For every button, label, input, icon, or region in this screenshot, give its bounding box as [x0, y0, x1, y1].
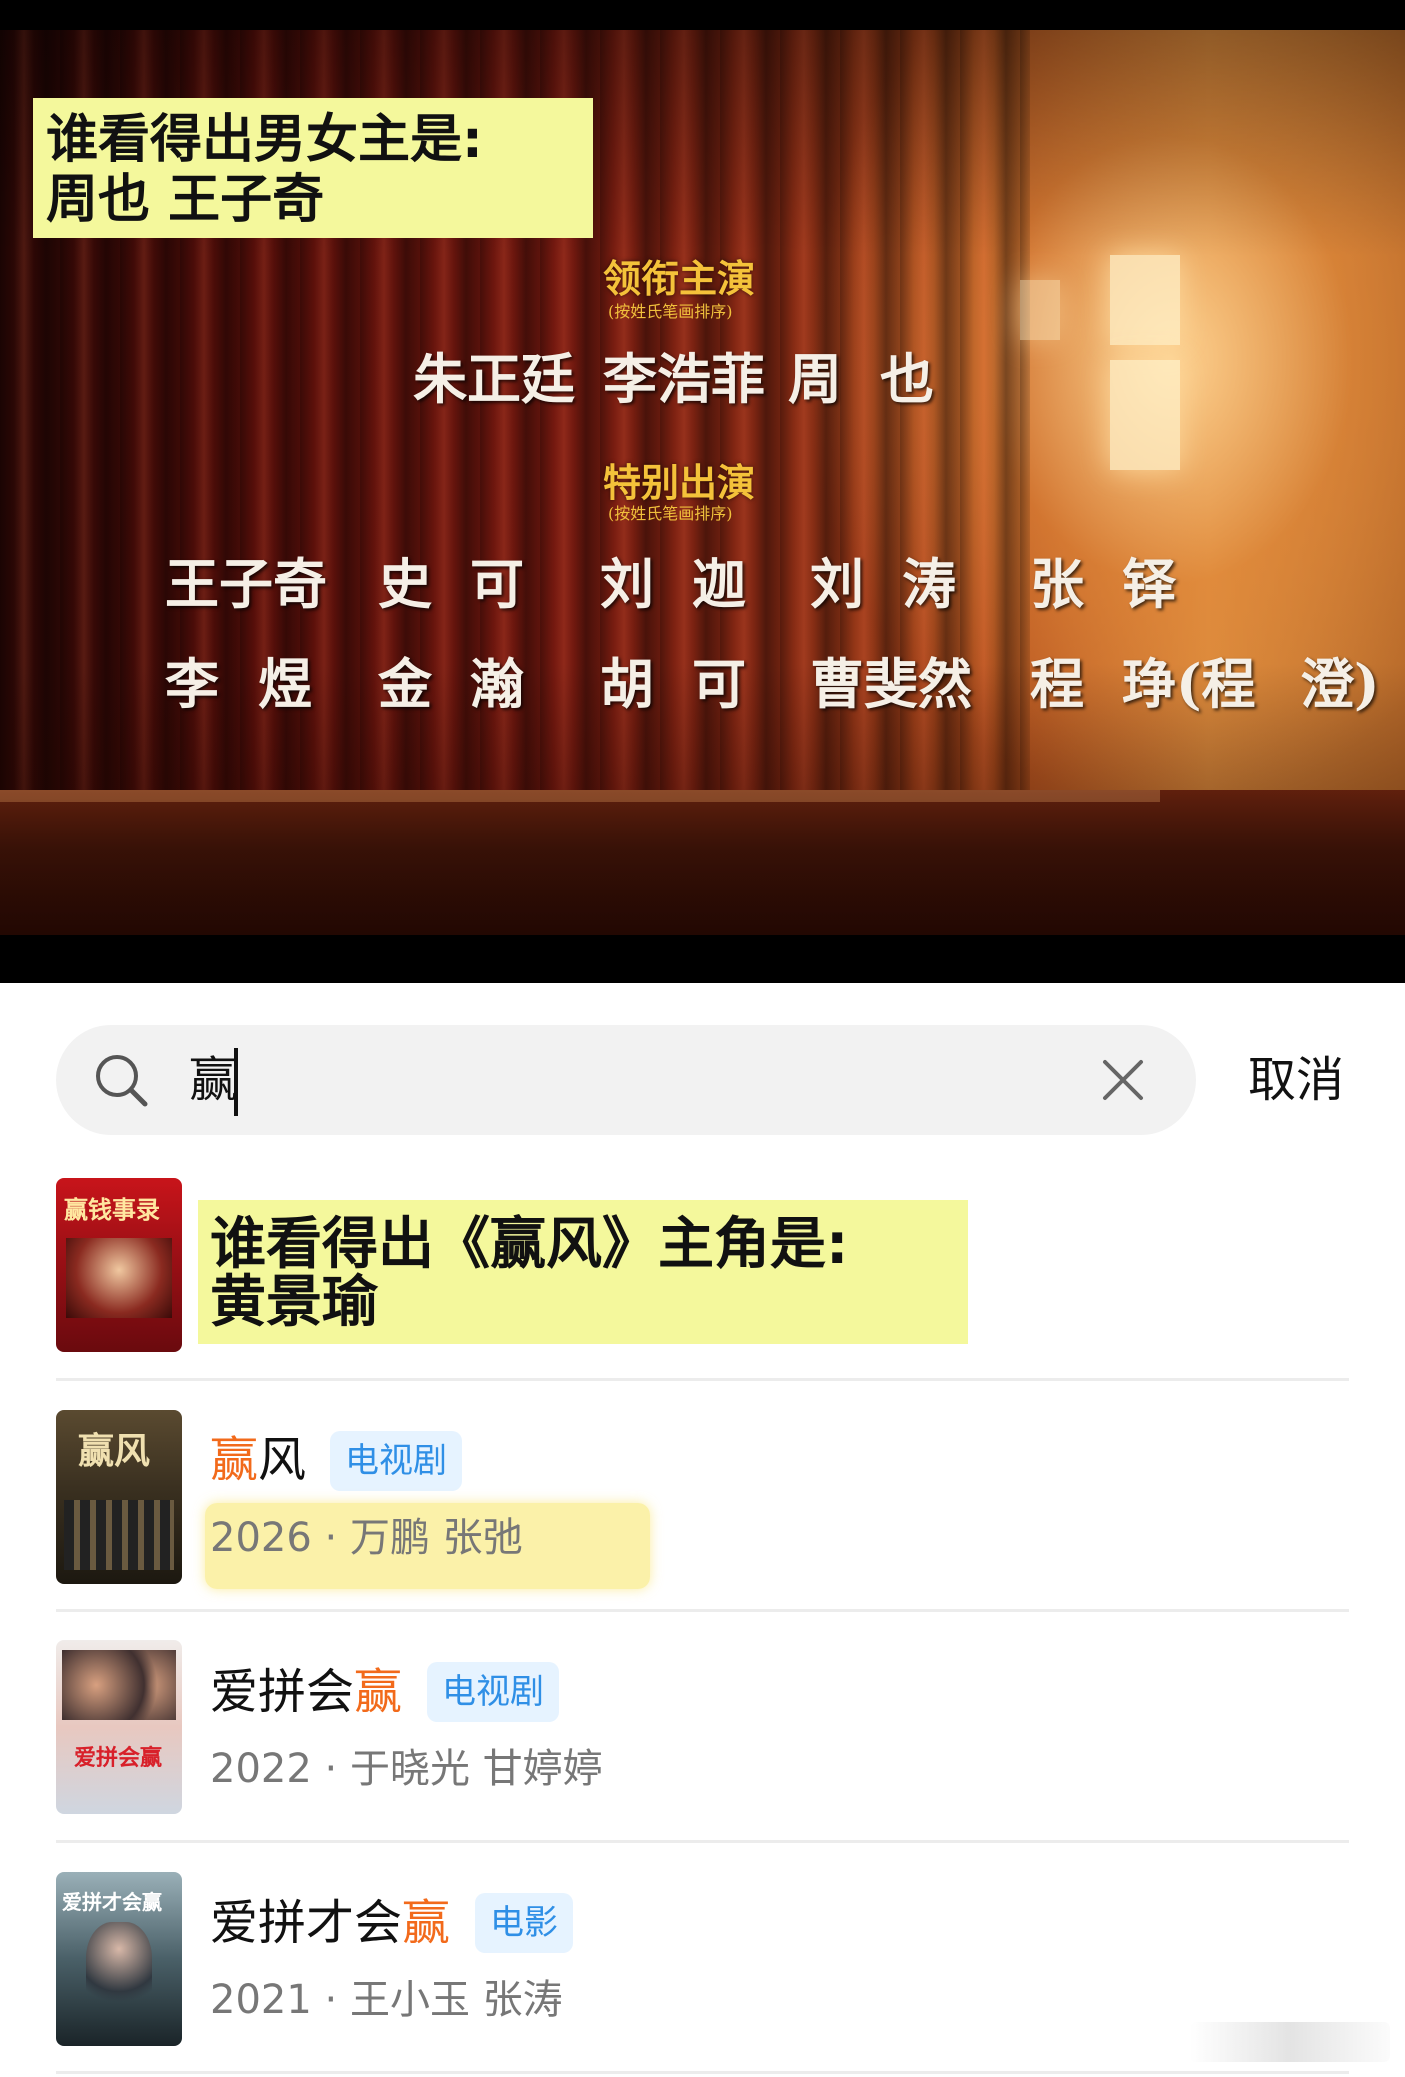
- divider: [56, 2071, 1349, 2074]
- credit-name: 刘: [810, 552, 864, 616]
- search-bar[interactable]: 赢: [56, 1025, 1196, 1135]
- lead-note: (按姓氏笔画排序): [608, 302, 733, 321]
- credit-name: 可: [692, 652, 746, 716]
- credit-name: 周: [788, 347, 842, 411]
- credit-name: 李浩菲: [603, 347, 765, 411]
- keyword-highlight: 赢: [354, 1664, 403, 1720]
- keyword-highlight: 赢: [402, 1895, 451, 1951]
- credit-name: 可: [470, 552, 524, 616]
- poster-cast-art: [86, 1922, 152, 2012]
- title-text: 风: [258, 1432, 307, 1488]
- poster-image[interactable]: 爱拼才会赢: [56, 1872, 182, 2046]
- credit-name: 涛: [902, 552, 956, 616]
- text-cursor: [234, 1048, 238, 1116]
- credit-name: 曹斐然: [810, 652, 972, 716]
- credit-name: 琤(程: [1122, 652, 1256, 716]
- type-tag: 电视剧: [330, 1431, 462, 1491]
- result-title[interactable]: 爱拼才会赢: [210, 1893, 450, 1953]
- video-frame[interactable]: 谁看得出男女主是: 周也 王子奇 领衔主演 (按姓氏笔画排序) 朱正廷 李浩菲 …: [0, 0, 1405, 983]
- poster-cast-art: [66, 1238, 172, 1318]
- title-text: 爱拼会: [210, 1664, 355, 1720]
- poster-image[interactable]: 赢风: [56, 1410, 182, 1584]
- lead-heading: 领衔主演: [603, 256, 756, 301]
- credit-name: 胡: [600, 652, 654, 716]
- credit-name: 也: [880, 347, 934, 411]
- credit-name: 王子奇: [165, 552, 327, 616]
- credit-name: 金: [378, 652, 432, 716]
- result-meta: 2026 · 万鹏 张弛: [210, 1515, 523, 1561]
- result-title[interactable]: 赢风: [210, 1430, 306, 1490]
- special-heading: 特别出演: [603, 460, 756, 505]
- credit-name: 史: [378, 552, 432, 616]
- watermark: [1190, 2022, 1390, 2062]
- result-title[interactable]: 爱拼会赢: [210, 1662, 402, 1722]
- credit-name: 铎: [1122, 552, 1176, 616]
- result-meta: 2022 · 于晓光 甘婷婷: [210, 1746, 603, 1792]
- divider: [56, 1609, 1349, 1612]
- credit-name: 刘: [600, 552, 654, 616]
- note-line-2: 黄景瑜: [210, 1270, 378, 1335]
- type-tag: 电影: [475, 1893, 573, 1953]
- poster-cast-art: [64, 1500, 174, 1570]
- close-icon[interactable]: [1101, 1058, 1145, 1102]
- poster-image[interactable]: 赢钱事录: [56, 1178, 182, 1352]
- type-tag: 电视剧: [427, 1662, 559, 1722]
- poster-title: 爱拼才会赢: [62, 1890, 162, 1914]
- credit-name: 程: [1030, 652, 1084, 716]
- credit-name: 李: [165, 652, 219, 716]
- poster-image[interactable]: 爱拼会赢: [56, 1640, 182, 1814]
- credit-name: 迦: [692, 552, 746, 616]
- credit-name: 煜: [258, 652, 312, 716]
- caption-line-1: 谁看得出男女主是:: [46, 110, 483, 170]
- divider: [56, 1840, 1349, 1843]
- keyword-highlight: 赢: [210, 1432, 259, 1488]
- credit-name: 朱正廷: [413, 347, 575, 411]
- credit-name: 张: [1030, 552, 1084, 616]
- search-icon: [96, 1055, 148, 1107]
- divider: [56, 1378, 1349, 1381]
- special-note: (按姓氏笔画排序): [608, 504, 733, 523]
- poster-cast-art: [62, 1650, 176, 1720]
- note-line-1: 谁看得出《赢风》主角是:: [210, 1212, 849, 1277]
- search-input[interactable]: 赢: [189, 1051, 237, 1109]
- poster-title: 赢钱事录: [64, 1195, 160, 1224]
- title-text: 爱拼才会: [210, 1895, 403, 1951]
- poster-title: 赢风: [78, 1430, 151, 1472]
- caption-line-2: 周也 王子奇: [46, 170, 325, 230]
- credit-name: 澄): [1300, 652, 1380, 716]
- poster-title: 爱拼会赢: [74, 1746, 163, 1771]
- result-meta: 2021 · 王小玉 张涛: [210, 1977, 563, 2023]
- credit-name: 瀚: [470, 652, 524, 716]
- cancel-button[interactable]: 取消: [1248, 1050, 1344, 1110]
